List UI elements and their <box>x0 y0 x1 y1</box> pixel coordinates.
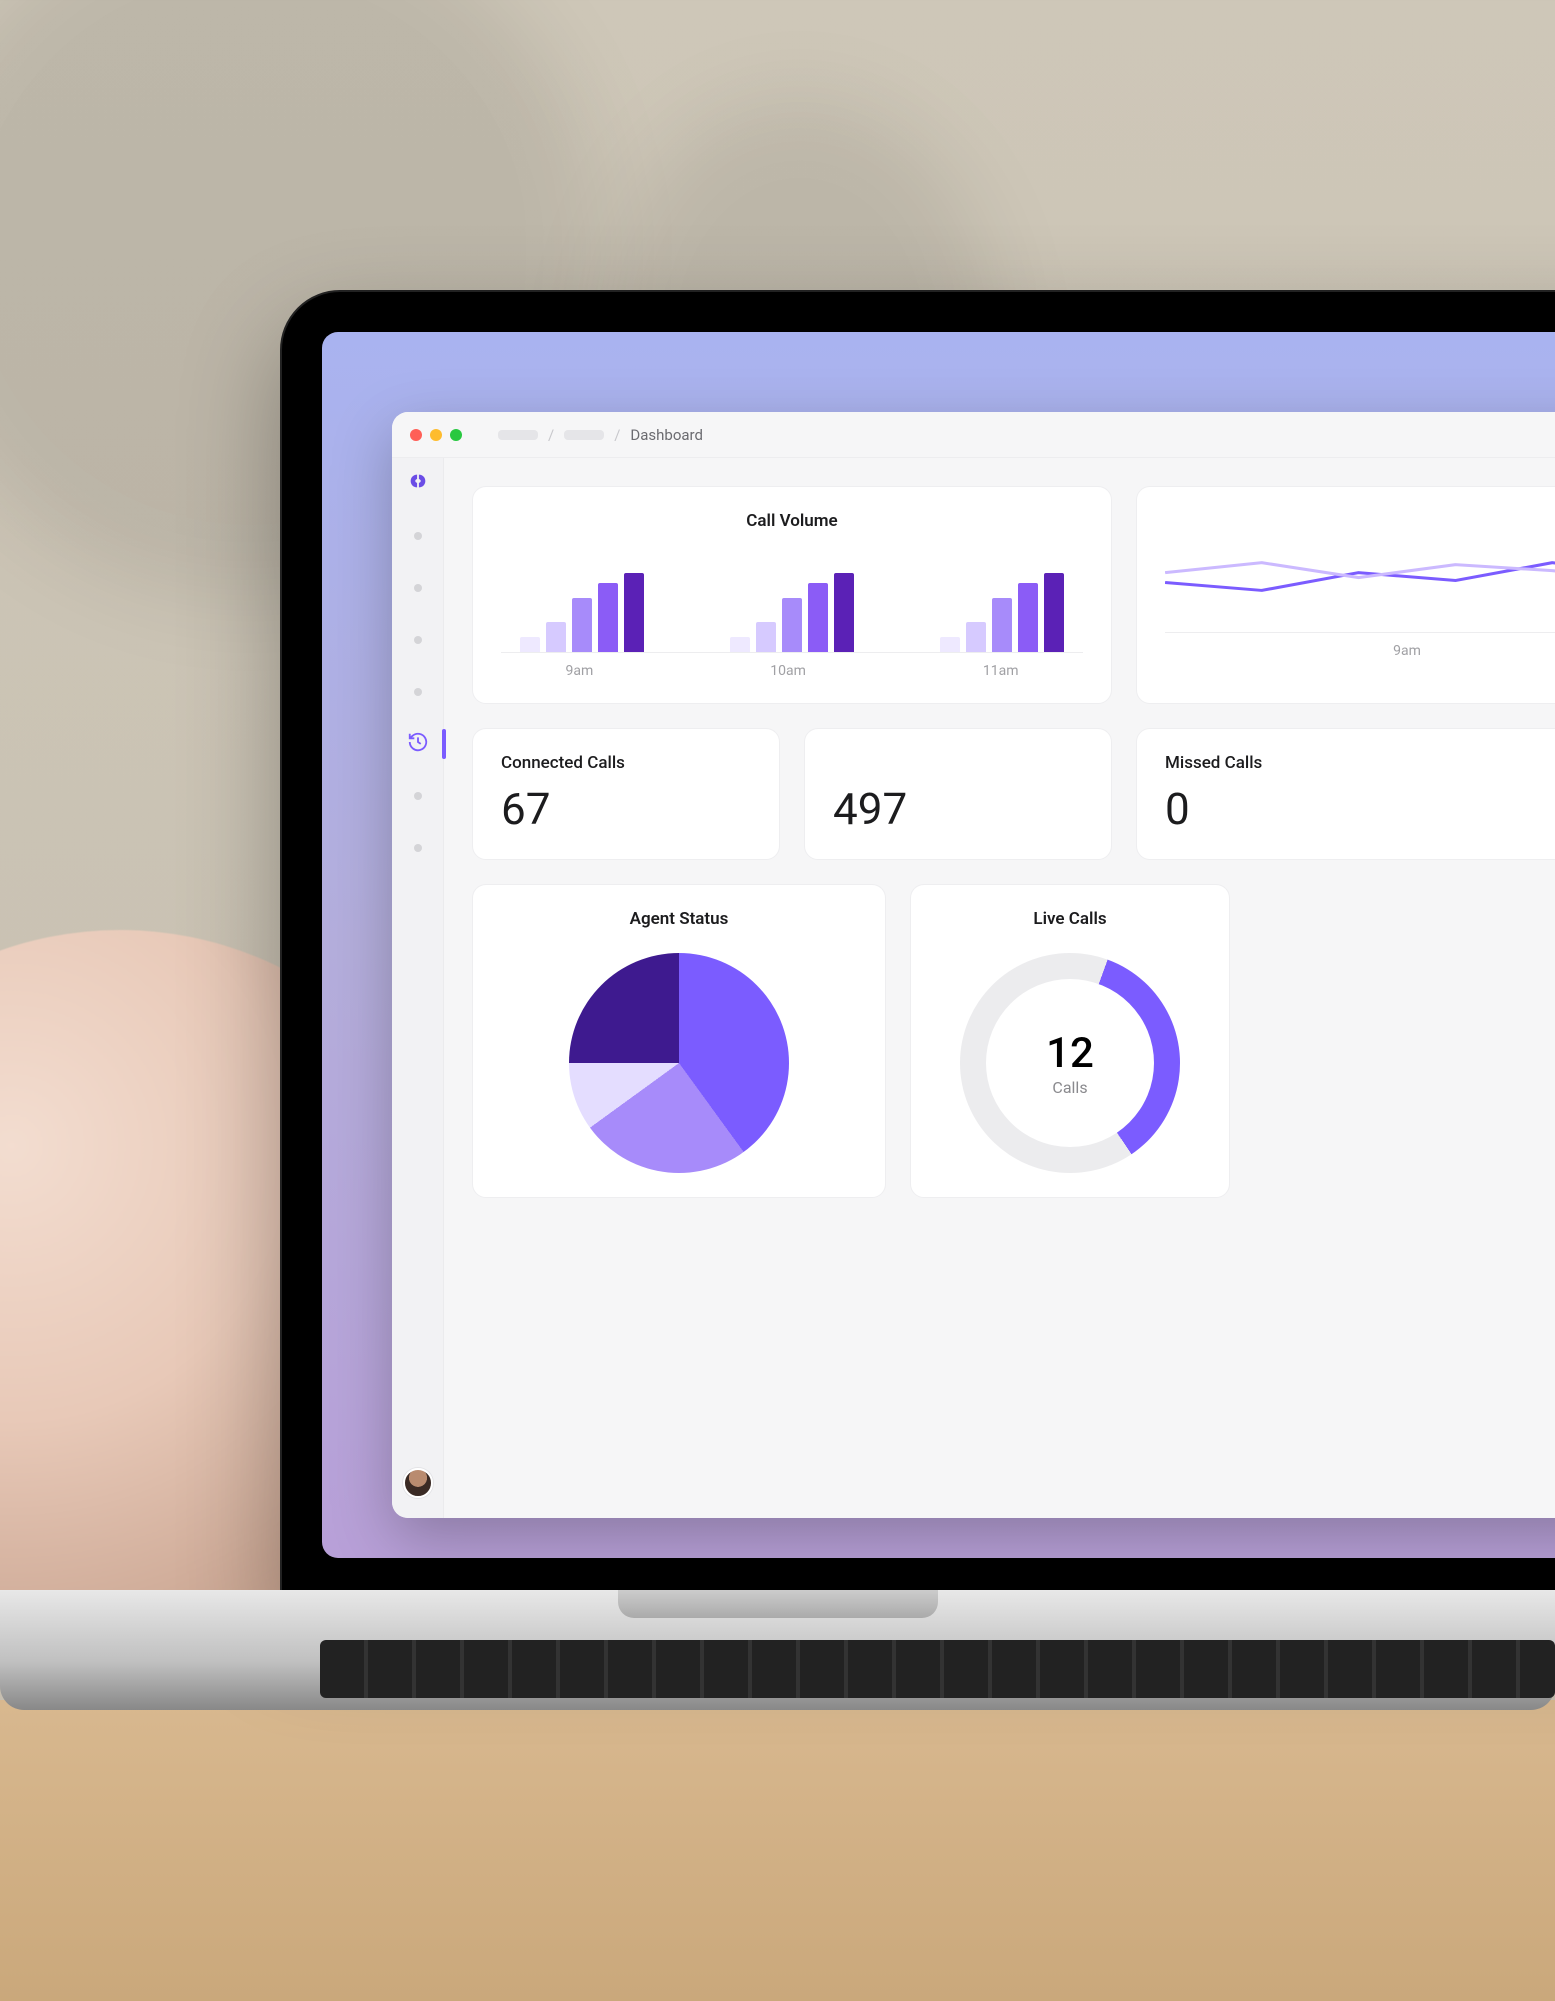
card-connected-calls: Connected Calls 67 <box>472 728 780 860</box>
app-window: / / Dashboard <box>392 412 1555 1518</box>
bar <box>992 598 1012 652</box>
bar <box>730 637 750 652</box>
stat-value: 497 <box>833 783 1083 835</box>
bar <box>624 573 644 652</box>
stat-value: 0 <box>1165 783 1555 835</box>
bar <box>756 622 776 652</box>
card-title: Call Volume <box>501 511 1083 531</box>
laptop-screen: / / Dashboard <box>322 332 1555 1558</box>
sidebar-item[interactable] <box>404 574 432 602</box>
card-title: Live Calls <box>939 909 1201 929</box>
bar <box>1018 583 1038 652</box>
card-live-calls: Live Calls 12 Calls <box>910 884 1230 1198</box>
bar-group <box>940 553 1064 652</box>
line-chart-labels: 9am <box>1165 643 1555 659</box>
history-icon <box>407 731 429 757</box>
gauge-unit: Calls <box>1052 1078 1087 1097</box>
sidebar-item[interactable] <box>404 522 432 550</box>
breadcrumb-segment[interactable] <box>498 430 538 440</box>
laptop-frame: / / Dashboard <box>280 290 1555 1600</box>
sidebar <box>392 458 444 1518</box>
bar-group <box>520 553 644 652</box>
close-icon[interactable] <box>410 429 422 441</box>
tick-label: 9am <box>565 663 593 679</box>
card-line-chart: 9am <box>1136 486 1555 704</box>
sidebar-item[interactable] <box>404 626 432 654</box>
avatar[interactable] <box>403 1468 433 1498</box>
stat-label: Missed Calls <box>1165 753 1555 773</box>
maximize-icon[interactable] <box>450 429 462 441</box>
minimize-icon[interactable] <box>430 429 442 441</box>
card-stat-2: 497 <box>804 728 1112 860</box>
bar <box>834 573 854 652</box>
stat-row: Connected Calls 67 497 <box>472 728 1112 860</box>
sidebar-item[interactable] <box>404 782 432 810</box>
bar <box>1044 573 1064 652</box>
sidebar-item-history[interactable] <box>404 730 432 758</box>
pie-chart <box>569 953 789 1173</box>
bar <box>966 622 986 652</box>
breadcrumb-separator: / <box>614 426 620 444</box>
stat-label: Connected Calls <box>501 753 751 773</box>
breadcrumb: / / Dashboard <box>498 426 703 444</box>
keyboard <box>320 1640 1555 1698</box>
breadcrumb-current: Dashboard <box>630 426 703 444</box>
traffic-lights <box>410 429 462 441</box>
desk-surface <box>0 1700 1555 2001</box>
bar <box>572 598 592 652</box>
sidebar-item[interactable] <box>404 834 432 862</box>
bar <box>520 637 540 652</box>
app-logo-icon[interactable] <box>407 470 429 498</box>
tick-label: 11am <box>983 663 1019 679</box>
bar-chart-labels: 9am 10am 11am <box>501 663 1083 679</box>
tick-label: 9am <box>1393 643 1421 659</box>
card-missed-calls: Missed Calls 0 <box>1136 728 1555 860</box>
bar-group <box>730 553 854 652</box>
stat-label <box>833 753 1083 773</box>
breadcrumb-separator: / <box>548 426 554 444</box>
card-call-volume: Call Volume <box>472 486 1112 704</box>
window-titlebar: / / Dashboard <box>392 412 1555 458</box>
laptop-notch <box>618 1590 938 1618</box>
bar <box>546 622 566 652</box>
sidebar-item[interactable] <box>404 678 432 706</box>
card-agent-status: Agent Status <box>472 884 886 1198</box>
bar <box>598 583 618 652</box>
card-title: Agent Status <box>501 909 857 929</box>
dashboard-main: Call Volume <box>444 458 1555 1518</box>
tick-label: 10am <box>770 663 806 679</box>
bar <box>782 598 802 652</box>
stat-value: 67 <box>501 783 751 835</box>
bar <box>940 637 960 652</box>
bar-chart <box>501 553 1083 653</box>
gauge-chart: 12 Calls <box>960 953 1180 1173</box>
bar <box>808 583 828 652</box>
gauge-value: 12 <box>1046 1029 1094 1078</box>
line-chart <box>1165 533 1555 633</box>
breadcrumb-segment[interactable] <box>564 430 604 440</box>
